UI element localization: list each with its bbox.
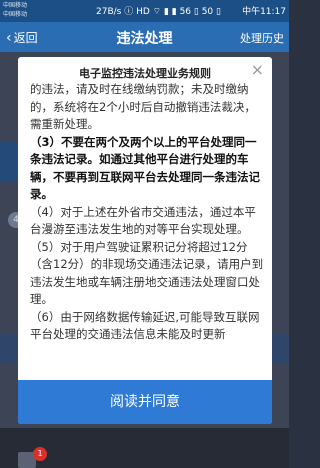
rule-paragraph: （3）不要在两个及两个以上的平台处理同一条违法记录。如通过其他平台进行处理的车辆…	[30, 134, 260, 202]
status-time: 中午11:17	[242, 7, 286, 17]
dialog-body[interactable]: 的违法，请及时在线缴纳罚款；未及时缴纳的，系统将在2个小时后自动撤销违法裁决，需…	[30, 81, 264, 381]
rule-paragraph: （5）对于用户驾驶证累积记分将超过12分（含12分）的非现场交通违法记录，请用户…	[30, 239, 264, 307]
status-indicators: 27B/s ⓘ HD ⌔ ▮ ▮ 56 ▯ 50 ▯	[96, 7, 221, 17]
rule-paragraph: （4）对于上述在外省市交通违法，通过本平台漫游至违法发生地的对等平台实现处理。	[30, 204, 256, 237]
close-icon[interactable]: ×	[251, 62, 264, 78]
status-bar: 中国移动 中国移动 27B/s ⓘ HD ⌔ ▮ ▮ 56 ▯ 50 ▯ 中午1…	[0, 0, 289, 22]
carrier-label-1: 中国移动	[3, 2, 28, 9]
carrier-label-2: 中国移动	[3, 11, 28, 18]
rules-dialog: 电子监控违法处理业务规则 × 的违法，请及时在线缴纳罚款；未及时缴纳的，系统将在…	[18, 57, 272, 424]
rule-paragraph: （6）由于网络数据传输延迟,可能导致互联网平台处理的交通违法信息未能及时更新	[30, 309, 260, 342]
agree-button[interactable]: 阅读并同意	[18, 380, 272, 424]
notification-badge: 1	[33, 447, 47, 461]
history-button[interactable]: 处理历史	[240, 30, 284, 46]
nav-bar: ‹ 返回 违法处理 处理历史	[0, 22, 289, 52]
dialog-title: 电子监控违法处理业务规则	[79, 67, 211, 80]
rule-paragraph: 的违法，请及时在线缴纳罚款；未及时缴纳的，系统将在2个小时后自动撤销违法裁决，需…	[30, 82, 256, 131]
